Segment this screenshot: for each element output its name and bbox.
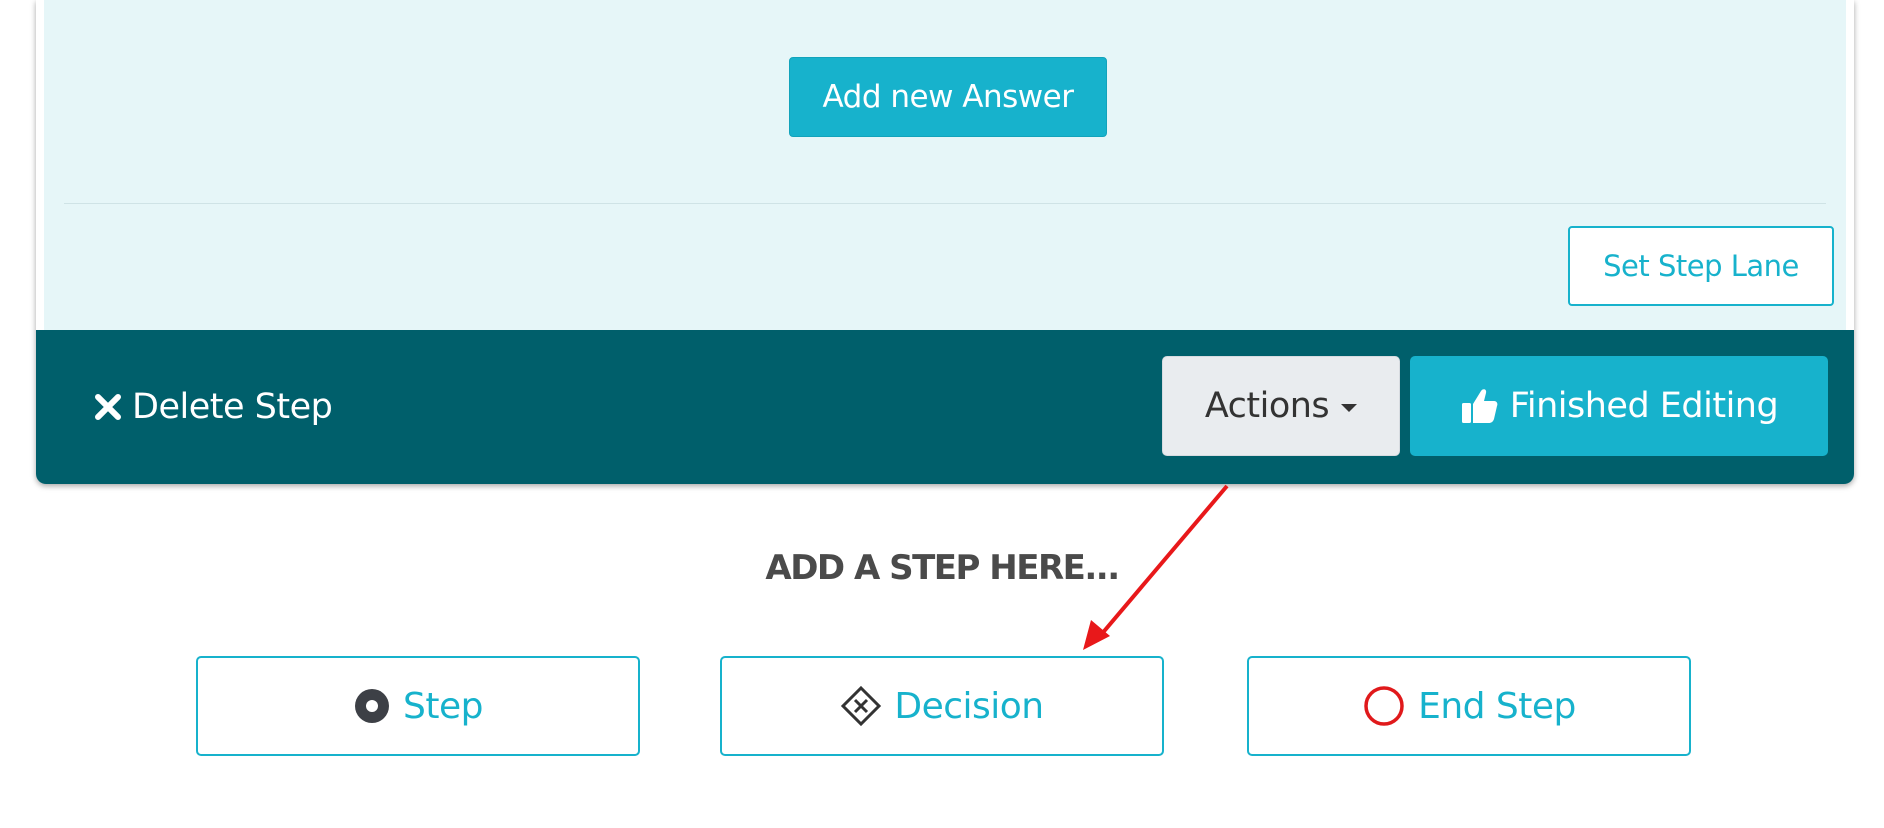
add-decision-label: Decision	[894, 685, 1044, 727]
add-step-button[interactable]: Step	[196, 656, 640, 756]
actions-dropdown-button[interactable]: Actions	[1162, 356, 1400, 456]
finished-editing-button[interactable]: Finished Editing	[1410, 356, 1828, 456]
add-end-step-button[interactable]: End Step	[1247, 656, 1691, 756]
thumbs-up-icon	[1461, 389, 1498, 423]
set-step-lane-button[interactable]: Set Step Lane	[1568, 226, 1834, 306]
set-step-lane-label: Set Step Lane	[1603, 249, 1799, 283]
body-divider	[64, 203, 1826, 204]
finished-editing-label: Finished Editing	[1509, 386, 1779, 426]
actions-label: Actions	[1204, 386, 1330, 426]
close-icon	[95, 394, 121, 420]
add-step-heading: ADD A STEP HERE...	[765, 548, 1120, 588]
delete-step-label: Delete Step	[132, 387, 333, 427]
caret-down-icon	[1341, 404, 1358, 412]
step-editor-body: Add new Answer Set Step Lane	[44, 0, 1846, 330]
filled-circle-icon	[355, 689, 390, 723]
diamond-x-icon	[841, 685, 882, 727]
add-end-step-label: End Step	[1418, 685, 1576, 727]
delete-step-button[interactable]: Delete Step	[94, 382, 333, 432]
step-editor-footer: Delete Step Actions Finished Editing	[36, 330, 1854, 484]
add-new-answer-label: Add new Answer	[822, 79, 1074, 115]
step-editor-card: Add new Answer Set Step Lane Delete Step…	[36, 0, 1854, 484]
red-circle-icon	[1364, 686, 1404, 726]
add-new-answer-button[interactable]: Add new Answer	[789, 57, 1107, 137]
add-decision-button[interactable]: Decision	[720, 656, 1164, 756]
add-step-label: Step	[403, 685, 483, 727]
